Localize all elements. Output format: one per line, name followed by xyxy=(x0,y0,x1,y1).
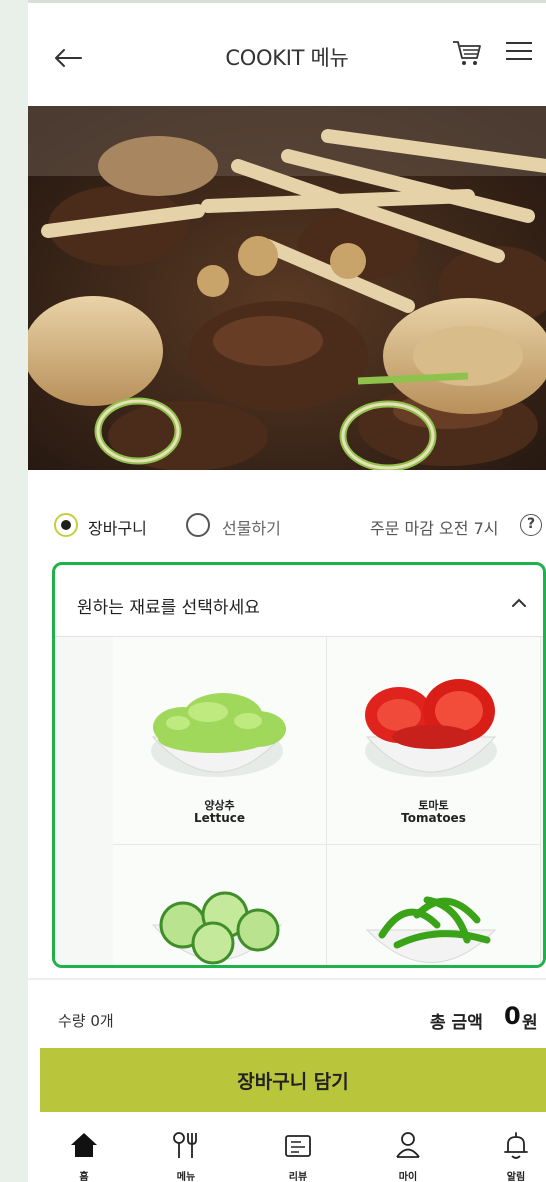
ingredient-item-cucumber[interactable] xyxy=(113,845,327,965)
lettuce-bowl-image xyxy=(151,693,286,777)
tomato-bowl-image xyxy=(365,679,497,777)
user-icon xyxy=(396,1132,420,1158)
ingredient-item-green-pepper[interactable] xyxy=(327,845,541,965)
app-header: COOKIT 메뉴 xyxy=(28,0,546,106)
ingredient-title: 원하는 재료를 선택하세요 xyxy=(77,598,260,618)
order-deadline: 주문 마감 오전 7시 xyxy=(370,519,499,538)
gift-radio[interactable] xyxy=(186,513,210,537)
nav-label: 리뷰 xyxy=(288,1172,308,1182)
menu-hero-image xyxy=(28,106,546,470)
review-icon xyxy=(285,1135,311,1157)
ingredient-item-lettuce[interactable]: 양상추 Lettuce xyxy=(113,637,327,845)
cart-radio[interactable] xyxy=(54,513,78,537)
cart-option-label[interactable]: 장바구니 xyxy=(88,515,147,539)
ingredient-name-en: Lettuce xyxy=(193,811,246,825)
green-pepper-bowl-image xyxy=(365,896,497,963)
nav-label: 마이 xyxy=(398,1172,418,1182)
phone-screen: COOKIT 메뉴 장바구니 선물하기 주문 마감 오전 7시 ? 원하는 재료… xyxy=(28,0,546,1182)
currency-unit: 원 xyxy=(522,1013,538,1033)
nav-item-alerts[interactable]: 알림 xyxy=(486,1130,546,1182)
ingredient-name-en: Tomatoes xyxy=(401,811,466,825)
quantity-text: 수량 0개 xyxy=(58,1012,114,1030)
ingredient-item-tomatoes[interactable]: 토마토 Tomatoes xyxy=(327,637,541,845)
home-icon xyxy=(71,1133,97,1157)
nav-label: 홈 xyxy=(79,1172,89,1182)
total-amount: 0 xyxy=(504,1002,521,1030)
hamburger-icon xyxy=(506,42,532,60)
nav-item-my[interactable]: 마이 xyxy=(378,1130,438,1182)
bottom-navigation: 홈 메뉴 리뷰 마이 알림 xyxy=(28,1120,546,1182)
hamburger-menu-button[interactable] xyxy=(502,36,538,70)
bell-icon xyxy=(504,1132,528,1159)
nav-label: 알림 xyxy=(506,1172,526,1182)
cart-icon xyxy=(453,41,481,65)
ingredient-header[interactable]: 원하는 재료를 선택하세요 xyxy=(55,565,543,637)
add-to-cart-button[interactable]: 장바구니 담기 xyxy=(40,1048,546,1112)
summary-divider xyxy=(28,978,546,980)
cart-button[interactable] xyxy=(450,36,484,70)
total-label: 총 금액 xyxy=(430,1013,483,1033)
nav-item-menu[interactable]: 메뉴 xyxy=(156,1130,216,1182)
bulgogi-mushroom-photo xyxy=(28,106,546,470)
utensils-icon xyxy=(173,1132,197,1158)
order-type-options: 장바구니 선물하기 주문 마감 오전 7시 ? xyxy=(28,505,546,545)
ingredient-selector: 원하는 재료를 선택하세요 양상추 Lettuce 토마토 Tomatoes xyxy=(52,562,546,968)
nav-label: 메뉴 xyxy=(176,1172,196,1182)
ingredient-grid: 양상추 Lettuce 토마토 Tomatoes xyxy=(55,637,543,965)
nav-item-review[interactable]: 리뷰 xyxy=(268,1130,328,1182)
help-icon[interactable]: ? xyxy=(520,514,542,536)
nav-item-home[interactable]: 홈 xyxy=(54,1130,114,1182)
cucumber-bowl-image xyxy=(151,891,283,965)
gift-option-label[interactable]: 선물하기 xyxy=(222,515,281,539)
chevron-up-icon[interactable] xyxy=(507,591,531,615)
